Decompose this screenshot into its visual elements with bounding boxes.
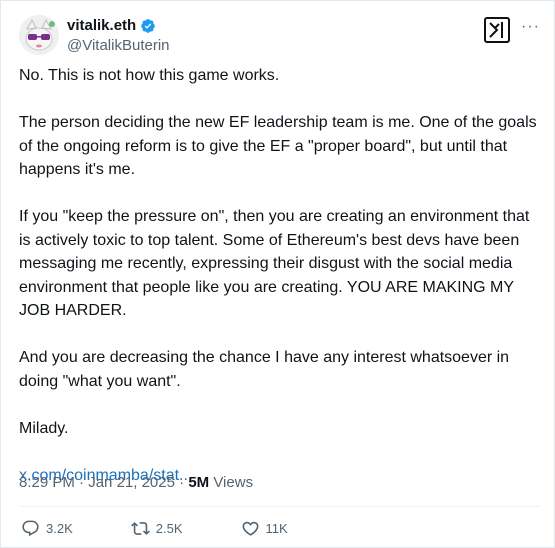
reply-icon (22, 520, 39, 537)
repost-button[interactable]: 2.5K (130, 519, 183, 538)
meta-separator: · (79, 474, 85, 491)
reply-count: 3.2K (46, 521, 73, 536)
like-count: 11K (265, 521, 288, 536)
more-icon[interactable]: ··· (521, 17, 540, 37)
verified-badge-icon (140, 18, 156, 34)
avatar[interactable] (19, 15, 59, 55)
tweet-paragraph: And you are decreasing the chance I have… (19, 349, 510, 390)
tweet-card: vitalik.eth @VitalikButerin ··· No. This… (0, 0, 555, 548)
tweet-header: vitalik.eth @VitalikButerin ··· (19, 15, 540, 59)
repost-icon (130, 522, 150, 535)
tweet-date[interactable]: Jan 21, 2025 (88, 474, 175, 491)
views-label: Views (213, 474, 254, 491)
tweet-actions: 3.2K 2.5K 11K (21, 519, 288, 538)
display-name-row: vitalik.eth (67, 16, 170, 35)
repost-count: 2.5K (155, 521, 183, 536)
like-button[interactable]: 11K (241, 519, 288, 538)
tweet-paragraph: If you "keep the pressure on", then you … (19, 208, 530, 319)
tweet-text: No. This is not how this game works. The… (19, 64, 539, 487)
tweet-time[interactable]: 8:29 PM (19, 474, 75, 491)
grok-icon[interactable] (484, 17, 510, 43)
meta-separator: · (179, 474, 185, 491)
handle[interactable]: @VitalikButerin (67, 36, 170, 55)
tweet-paragraph: The person deciding the new EF leadershi… (19, 114, 537, 178)
author-names: vitalik.eth @VitalikButerin (67, 16, 170, 55)
tweet-meta: 8:29 PM · Jan 21, 2025 · 5M Views (19, 473, 253, 493)
views-count: 5M (188, 474, 210, 491)
tweet-paragraph: No. This is not how this game works. (19, 67, 280, 84)
reply-button[interactable]: 3.2K (21, 519, 73, 538)
display-name[interactable]: vitalik.eth (67, 16, 136, 35)
divider (19, 506, 540, 507)
tweet-paragraph: Milady. (19, 419, 69, 437)
like-icon (242, 521, 258, 536)
